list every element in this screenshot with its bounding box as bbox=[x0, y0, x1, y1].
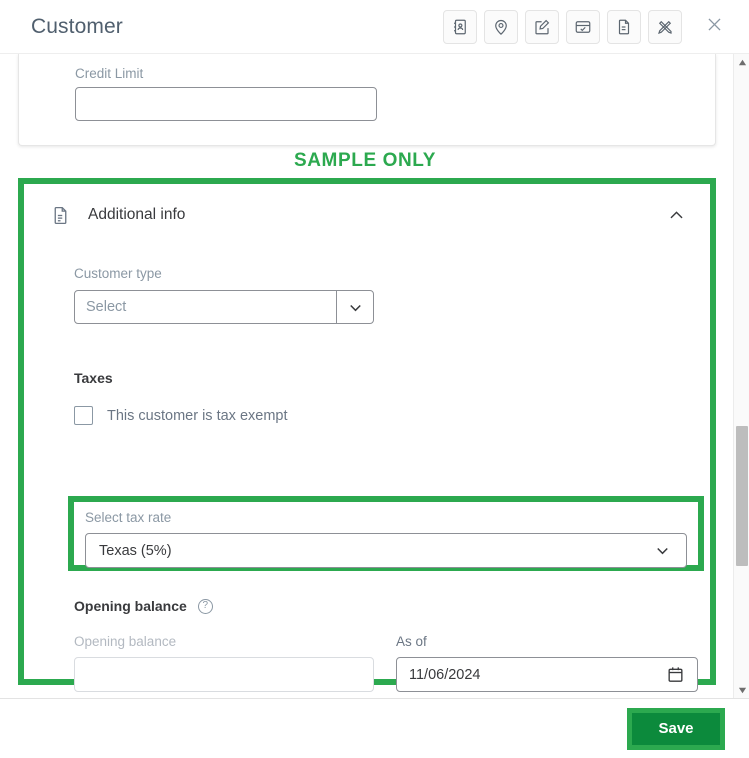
opening-balance-heading-row: Opening balance ? bbox=[74, 598, 213, 614]
sample-only-banner: SAMPLE ONLY bbox=[293, 150, 437, 171]
address-book-icon-button[interactable] bbox=[443, 9, 477, 44]
design-tools-icon-button[interactable] bbox=[648, 9, 682, 44]
scroll-down-arrow-icon[interactable] bbox=[734, 682, 749, 698]
page-title: Customer bbox=[31, 14, 123, 38]
address-book-icon bbox=[451, 18, 469, 36]
save-button-highlight: Save bbox=[627, 707, 725, 750]
scrollbar-thumb[interactable] bbox=[736, 426, 748, 566]
as-of-label: As of bbox=[396, 634, 427, 649]
calendar-icon[interactable] bbox=[666, 665, 685, 684]
as-of-date-value: 11/06/2024 bbox=[409, 666, 481, 683]
opening-balance-amount-field: Opening balance bbox=[74, 634, 374, 692]
tax-exempt-label: This customer is tax exempt bbox=[107, 407, 288, 424]
document-icon bbox=[615, 18, 633, 36]
location-pin-icon bbox=[492, 18, 510, 36]
modal-body: Credit Limit SAMPLE ONLY Additional info bbox=[0, 54, 749, 698]
additional-info-header[interactable]: Additional info bbox=[24, 184, 710, 246]
help-circle-icon[interactable]: ? bbox=[197, 598, 213, 614]
as-of-date-input[interactable]: 11/06/2024 bbox=[396, 657, 698, 692]
close-icon bbox=[705, 15, 724, 39]
edit-square-icon-button[interactable] bbox=[525, 9, 559, 44]
close-icon-button[interactable] bbox=[697, 10, 731, 44]
scroll-up-arrow-icon[interactable] bbox=[734, 54, 749, 70]
additional-info-highlight: Additional info Customer type Select Tax… bbox=[18, 178, 716, 692]
tax-rate-field: Select tax rate Texas (5%) bbox=[74, 502, 698, 568]
credit-limit-input[interactable] bbox=[75, 87, 377, 121]
customer-type-select[interactable]: Select bbox=[74, 290, 374, 324]
opening-balance-amount-label: Opening balance bbox=[74, 634, 177, 649]
opening-balance-amount-input[interactable] bbox=[74, 657, 374, 692]
taxes-heading: Taxes bbox=[74, 370, 113, 386]
tax-exempt-checkbox[interactable] bbox=[74, 406, 93, 425]
as-of-date-field: As of 11/06/2024 bbox=[396, 634, 698, 692]
additional-info-title: Additional info bbox=[88, 206, 186, 223]
credit-limit-label: Credit Limit bbox=[75, 66, 144, 81]
credit-limit-card: Credit Limit bbox=[18, 54, 716, 146]
modal-footer: Save bbox=[0, 698, 749, 758]
tax-rate-highlight: Select tax rate Texas (5%) bbox=[68, 496, 704, 571]
tax-rate-label: Select tax rate bbox=[85, 510, 172, 525]
opening-balance-heading: Opening balance bbox=[74, 598, 187, 614]
customer-type-chevron-down-icon[interactable] bbox=[336, 291, 373, 323]
tax-rate-chevron-down-icon[interactable] bbox=[653, 541, 672, 560]
location-pin-icon-button[interactable] bbox=[484, 9, 518, 44]
vertical-scrollbar[interactable] bbox=[733, 54, 749, 698]
tax-rate-value: Texas (5%) bbox=[99, 542, 172, 559]
modal-header: Customer bbox=[0, 0, 749, 54]
customer-modal: Customer Credit Limit SAMPLE ONLY Additi… bbox=[0, 0, 749, 758]
additional-info-document-icon bbox=[50, 205, 71, 226]
tax-exempt-row[interactable]: This customer is tax exempt bbox=[74, 406, 288, 425]
taxes-section: Taxes This customer is tax exempt bbox=[74, 370, 288, 425]
design-tools-icon bbox=[656, 18, 674, 36]
customer-type-value: Select bbox=[86, 299, 127, 315]
document-icon-button[interactable] bbox=[607, 9, 641, 44]
customer-type-label: Customer type bbox=[74, 266, 162, 281]
card-check-icon bbox=[574, 18, 592, 36]
tax-rate-select[interactable]: Texas (5%) bbox=[85, 533, 687, 568]
header-action-bar bbox=[443, 9, 739, 44]
card-check-icon-button[interactable] bbox=[566, 9, 600, 44]
customer-type-field: Customer type Select bbox=[74, 266, 374, 324]
chevron-up-icon[interactable] bbox=[667, 206, 686, 225]
opening-balance-fields: Opening balance As of 11/06/2024 bbox=[74, 634, 698, 692]
save-button[interactable]: Save bbox=[632, 712, 720, 745]
edit-square-icon bbox=[533, 18, 551, 36]
